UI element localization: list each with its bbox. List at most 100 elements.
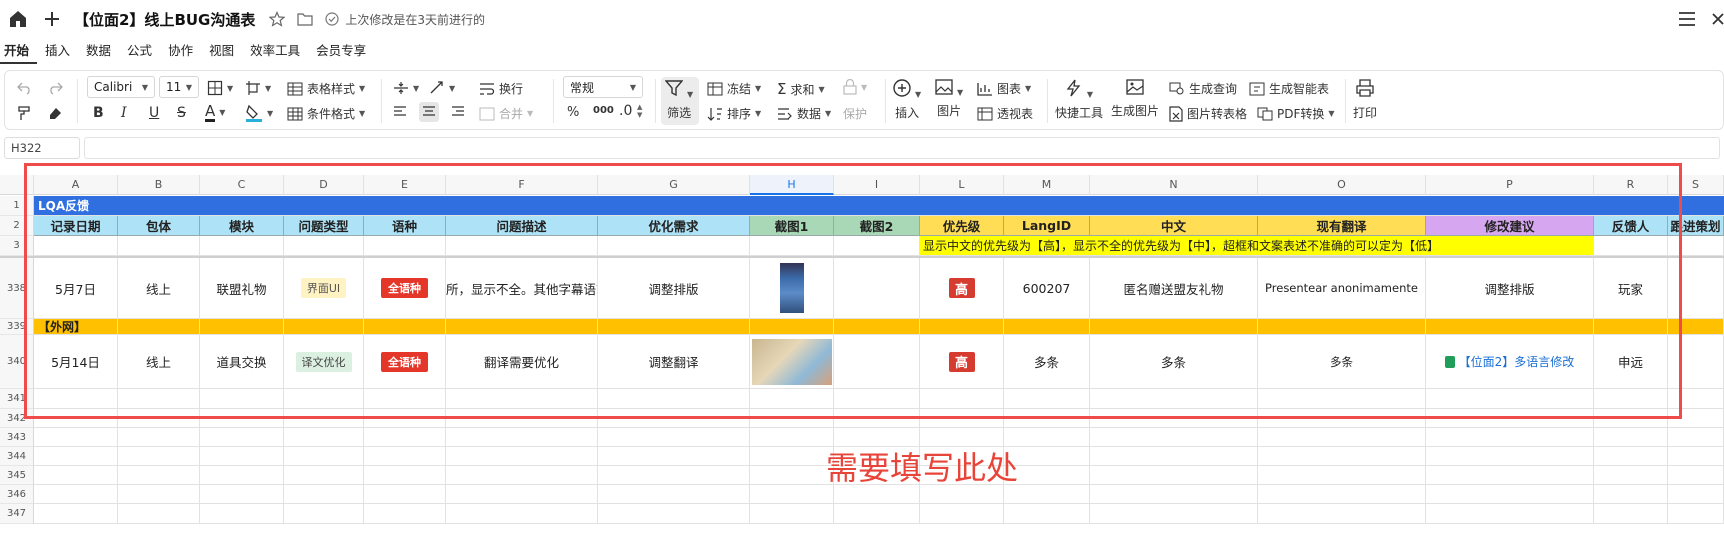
langid-cell[interactable]: 多条 (1004, 335, 1090, 389)
column-header-r[interactable]: R (1594, 175, 1668, 195)
close-icon[interactable] (1712, 12, 1724, 26)
reporter-cell[interactable]: 玩家 (1594, 258, 1668, 319)
table-cell[interactable] (1090, 409, 1258, 428)
screenshot-thumbnail[interactable] (751, 338, 832, 385)
column-header-f[interactable]: F (446, 175, 598, 195)
fill-color-button[interactable]: ▼ (245, 103, 273, 123)
langid-cell[interactable]: 600207 (1004, 258, 1090, 319)
translation-cell[interactable]: 多条 (1258, 335, 1426, 389)
generate-smart-table-button[interactable]: 生成智能表 (1249, 80, 1329, 97)
table-cell[interactable] (364, 485, 446, 504)
conditional-format-button[interactable]: 条件格式 ▼ (287, 105, 365, 122)
table-cell[interactable] (1594, 319, 1668, 335)
decimal-button[interactable]: .0 (619, 103, 632, 119)
table-cell[interactable] (1258, 409, 1426, 428)
table-cell[interactable] (364, 409, 446, 428)
data-button[interactable]: 数据 ▼ (777, 105, 831, 122)
table-cell[interactable] (834, 409, 920, 428)
column-header-s[interactable]: S (1668, 175, 1724, 195)
table-cell[interactable] (834, 389, 920, 409)
table-cell[interactable] (750, 504, 834, 524)
name-box[interactable]: H322 (4, 137, 80, 159)
table-cell[interactable] (200, 428, 284, 447)
section-label-cell[interactable]: 【外网】 (34, 319, 118, 335)
column-header-c[interactable]: C (200, 175, 284, 195)
table-cell[interactable] (750, 236, 834, 256)
column-header-p[interactable]: P (1426, 175, 1594, 195)
wrap-text-button[interactable]: 换行 (479, 80, 523, 97)
screenshot-thumbnail[interactable] (779, 263, 804, 313)
table-cell[interactable] (1426, 485, 1594, 504)
row-header-346[interactable]: 346 (0, 485, 34, 504)
row-header-347[interactable]: 347 (0, 504, 34, 524)
decimal-stepper-icon[interactable]: ▲ ▼ (637, 103, 642, 119)
row-header-345[interactable]: 345 (0, 466, 34, 485)
table-cell[interactable] (598, 319, 750, 335)
column-header-a[interactable]: A (34, 175, 118, 195)
table-cell[interactable] (750, 447, 834, 466)
table-cell[interactable] (1594, 504, 1668, 524)
header-cell[interactable]: 问题描述 (446, 216, 598, 236)
table-cell[interactable] (750, 319, 834, 335)
table-cell[interactable] (118, 485, 200, 504)
font-color-button[interactable]: A ▼ (205, 103, 225, 122)
reporter-cell[interactable]: 申远 (1594, 335, 1668, 389)
table-cell[interactable] (200, 447, 284, 466)
sort-button[interactable]: 排序 ▼ (707, 105, 761, 122)
table-cell[interactable] (920, 504, 1004, 524)
table-cell[interactable] (1668, 389, 1724, 409)
table-cell[interactable] (598, 409, 750, 428)
row-header-341[interactable]: 341 (0, 389, 34, 409)
table-cell[interactable] (446, 485, 598, 504)
table-cell[interactable] (1426, 466, 1594, 485)
table-cell[interactable] (920, 389, 1004, 409)
table-cell[interactable] (1668, 504, 1724, 524)
screenshot1-cell[interactable] (750, 335, 834, 389)
title-row-cell[interactable]: LQA反馈 (34, 196, 1724, 216)
row-header-340[interactable]: 340 (0, 335, 34, 389)
tab-membership[interactable]: 会员专享 (308, 40, 374, 64)
cell-size-button[interactable]: ▼ (245, 80, 271, 96)
header-cell[interactable]: 包体 (118, 216, 200, 236)
table-cell[interactable] (118, 319, 200, 335)
table-cell[interactable] (446, 466, 598, 485)
table-cell[interactable] (200, 504, 284, 524)
column-header-h[interactable]: H (750, 175, 834, 195)
table-cell[interactable] (1594, 409, 1668, 428)
header-cell[interactable]: 优先级 (920, 216, 1004, 236)
redo-icon[interactable] (47, 81, 63, 95)
row-header-2[interactable]: 2 (0, 216, 34, 236)
table-cell[interactable] (284, 428, 364, 447)
package-cell[interactable]: 线上 (118, 258, 200, 319)
italic-button[interactable]: I (121, 105, 127, 121)
home-icon[interactable] (8, 9, 28, 29)
vertical-align-icon[interactable]: ▼ (393, 80, 419, 96)
table-cell[interactable] (200, 466, 284, 485)
header-cell[interactable]: 优化需求 (598, 216, 750, 236)
table-cell[interactable] (1668, 485, 1724, 504)
table-cell[interactable] (200, 236, 284, 256)
translation-cell[interactable]: Presentear anonimamente (1258, 258, 1426, 319)
header-cell[interactable]: 反馈人 (1594, 216, 1668, 236)
table-cell[interactable] (598, 485, 750, 504)
description-cell[interactable]: 翻译需要优化 (446, 335, 598, 389)
insert-button[interactable]: ▼ 插入 (893, 79, 921, 121)
column-header-g[interactable]: G (598, 175, 750, 195)
header-cell[interactable]: 中文 (1090, 216, 1258, 236)
table-cell[interactable] (446, 409, 598, 428)
table-cell[interactable] (34, 485, 118, 504)
module-cell[interactable]: 联盟礼物 (200, 258, 284, 319)
table-cell[interactable] (118, 428, 200, 447)
table-cell[interactable] (364, 466, 446, 485)
table-cell[interactable] (598, 428, 750, 447)
table-cell[interactable] (284, 319, 364, 335)
table-cell[interactable] (1594, 447, 1668, 466)
font-name-select[interactable]: Calibri ▼ (87, 76, 155, 98)
tab-view[interactable]: 视图 (201, 40, 242, 64)
filter-button[interactable]: ▼ 筛选 (664, 79, 693, 121)
table-cell[interactable] (284, 466, 364, 485)
underline-button[interactable]: U (149, 105, 159, 121)
table-cell[interactable] (1004, 319, 1090, 335)
table-cell[interactable] (1668, 236, 1724, 256)
column-header-l[interactable]: L (920, 175, 1004, 195)
